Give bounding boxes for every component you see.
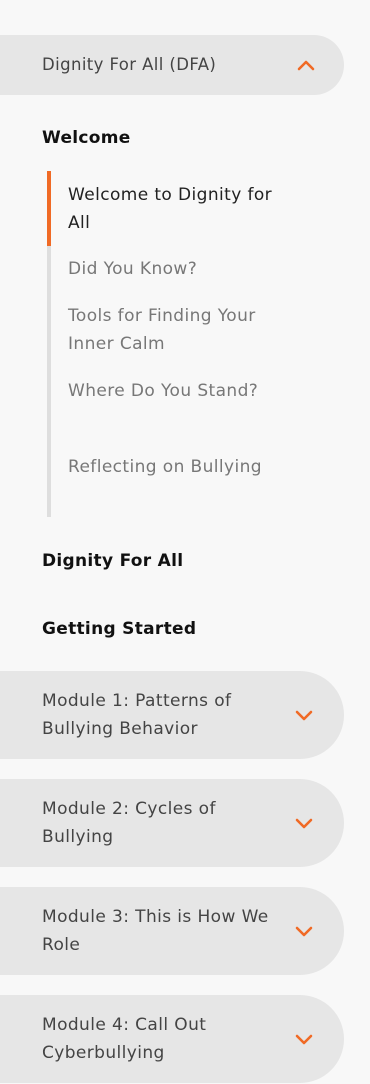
course-toggle-dfa[interactable]: Dignity For All (DFA) xyxy=(0,35,344,95)
module-1-toggle[interactable]: Module 1: Patterns of Bullying Behavior xyxy=(0,671,344,759)
lesson-tools-inner-calm[interactable]: Tools for Finding Your Inner Calm xyxy=(68,302,298,358)
welcome-lesson-list: Welcome to Dignity for All Did You Know?… xyxy=(47,171,311,517)
lesson-did-you-know[interactable]: Did You Know? xyxy=(68,255,298,283)
chevron-down-icon xyxy=(294,817,314,829)
module-2-toggle[interactable]: Module 2: Cycles of Bullying xyxy=(0,779,344,867)
section-heading-welcome[interactable]: Welcome xyxy=(42,126,131,150)
lesson-where-do-you-stand[interactable]: Where Do You Stand? xyxy=(68,377,298,405)
lesson-welcome-to-dignity-for-all[interactable]: Welcome to Dignity for All xyxy=(68,181,298,237)
course-title: Dignity For All (DFA) xyxy=(42,55,217,74)
chevron-down-icon xyxy=(294,709,314,721)
module-4-label: Module 4: Call Out Cyberbullying xyxy=(42,1015,207,1063)
module-2-label: Module 2: Cycles of Bullying xyxy=(42,799,216,847)
module-1-label: Module 1: Patterns of Bullying Behavior xyxy=(42,691,232,739)
lesson-reflecting-on-bullying[interactable]: Reflecting on Bullying xyxy=(68,453,298,481)
chevron-down-icon xyxy=(294,925,314,937)
section-heading-getting-started[interactable]: Getting Started xyxy=(42,617,196,641)
chevron-down-icon xyxy=(294,1033,314,1045)
course-sidebar: Dignity For All (DFA) Welcome Welcome to… xyxy=(0,0,370,1084)
module-3-toggle[interactable]: Module 3: This is How We Role xyxy=(0,887,344,975)
section-heading-dignity-for-all[interactable]: Dignity For All xyxy=(42,549,183,573)
module-3-label: Module 3: This is How We Role xyxy=(42,907,269,955)
module-4-toggle[interactable]: Module 4: Call Out Cyberbullying xyxy=(0,995,344,1083)
chevron-up-icon xyxy=(296,59,316,71)
active-indicator xyxy=(47,171,51,246)
